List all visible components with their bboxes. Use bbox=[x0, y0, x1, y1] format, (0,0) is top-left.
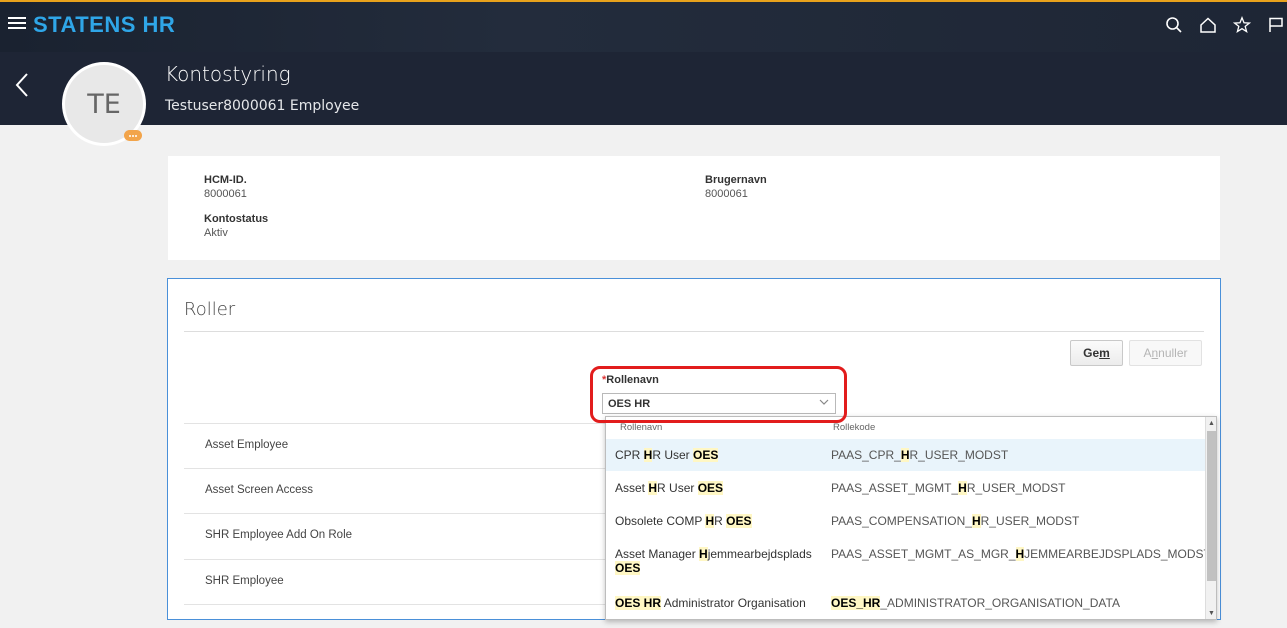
dropdown-option[interactable]: CPR HR User OES PAAS_CPR_HR_USER_MODST bbox=[606, 439, 1206, 471]
role-row-label: Asset Screen Access bbox=[205, 484, 314, 496]
account-status-value: Aktiv bbox=[204, 227, 228, 239]
avatar-more-icon[interactable] bbox=[124, 130, 142, 141]
dropdown-option[interactable]: Asset Manager Hjemmearbejdsplads OES PAA… bbox=[606, 541, 1211, 587]
save-label-pre: Ge bbox=[1083, 346, 1100, 360]
role-name-dropdown[interactable]: Rollenavn Rollekode CPR HR User OES PAAS… bbox=[605, 416, 1217, 620]
option-role-code: PAAS_ASSET_MGMT_HR_USER_MODST bbox=[831, 481, 1066, 495]
username-value: 8000061 bbox=[705, 188, 748, 200]
notifications-flag-icon[interactable] bbox=[1265, 14, 1287, 36]
option-role-code: OES_HR_ADMINISTRATOR_ORGANISATION_DATA bbox=[831, 596, 1120, 610]
option-role-name: Asset Manager Hjemmearbejdsplads OES bbox=[615, 547, 812, 575]
divider bbox=[184, 331, 1204, 332]
menu-icon[interactable] bbox=[8, 14, 26, 32]
search-icon[interactable] bbox=[1163, 14, 1185, 36]
option-role-name: OES HR Administrator Organisation bbox=[615, 596, 806, 610]
column-header-role-name: Rollenavn bbox=[620, 422, 663, 433]
brand-logo[interactable]: STATENS HR bbox=[33, 12, 175, 38]
dropdown-scrollbar[interactable]: ▲ ▼ bbox=[1205, 417, 1216, 619]
global-header: STATENS HR bbox=[0, 0, 1287, 52]
home-icon[interactable] bbox=[1197, 14, 1219, 36]
roles-title: Roller bbox=[184, 299, 236, 320]
hcm-id-value: 8000061 bbox=[204, 188, 247, 200]
back-chevron-icon[interactable] bbox=[14, 72, 30, 98]
account-info-card: HCM-ID. 8000061 Kontostatus Aktiv Bruger… bbox=[168, 156, 1220, 260]
save-label-mnemonic: m bbox=[1099, 346, 1110, 360]
cancel-button[interactable]: An nuller bbox=[1129, 340, 1202, 366]
column-header-role-code: Rollekode bbox=[833, 422, 876, 433]
option-role-name: Obsolete COMP HR OES bbox=[615, 514, 752, 528]
option-role-code: PAAS_COMPENSATION_HR_USER_MODST bbox=[831, 514, 1080, 528]
page-title: Kontostyring bbox=[165, 62, 291, 86]
scroll-up-icon[interactable]: ▲ bbox=[1207, 419, 1216, 429]
highlight-annotation bbox=[590, 366, 847, 423]
cancel-label-post: nuller bbox=[1158, 346, 1188, 360]
page-subtitle: Testuser8000061 Employee bbox=[165, 98, 360, 114]
dropdown-option[interactable]: Obsolete COMP HR OES PAAS_COMPENSATION_H… bbox=[606, 507, 1206, 539]
dropdown-option[interactable]: Asset HR User OES PAAS_ASSET_MGMT_HR_USE… bbox=[606, 473, 1206, 505]
cancel-label-pre: A bbox=[1143, 346, 1152, 360]
role-row-label: Asset Employee bbox=[205, 439, 289, 451]
role-row-label: SHR Employee bbox=[205, 575, 284, 587]
dropdown-option[interactable]: OES HR Administrator Organisation OES_HR… bbox=[606, 589, 1206, 619]
role-row-label: SHR Employee Add On Role bbox=[205, 529, 353, 541]
hcm-id-label: HCM-ID. bbox=[204, 174, 247, 186]
username-label: Brugernavn bbox=[705, 174, 767, 186]
cancel-label-mnemonic: n bbox=[1151, 346, 1159, 360]
favorites-star-icon[interactable] bbox=[1231, 14, 1253, 36]
scroll-down-icon[interactable]: ▼ bbox=[1207, 609, 1216, 619]
accent-stripe bbox=[0, 0, 1287, 2]
option-role-name: Asset HR User OES bbox=[615, 481, 724, 495]
global-actions bbox=[1163, 14, 1287, 36]
scrollbar-thumb[interactable] bbox=[1207, 431, 1216, 581]
save-button[interactable]: Ge m bbox=[1070, 340, 1123, 366]
option-role-code: PAAS_ASSET_MGMT_AS_MGR_HJEMMEARBEJDSPLAD… bbox=[831, 547, 1211, 561]
option-role-code: PAAS_CPR_HR_USER_MODST bbox=[831, 448, 1009, 462]
account-status-label: Kontostatus bbox=[204, 213, 269, 225]
option-role-name: CPR HR User OES bbox=[615, 448, 719, 462]
